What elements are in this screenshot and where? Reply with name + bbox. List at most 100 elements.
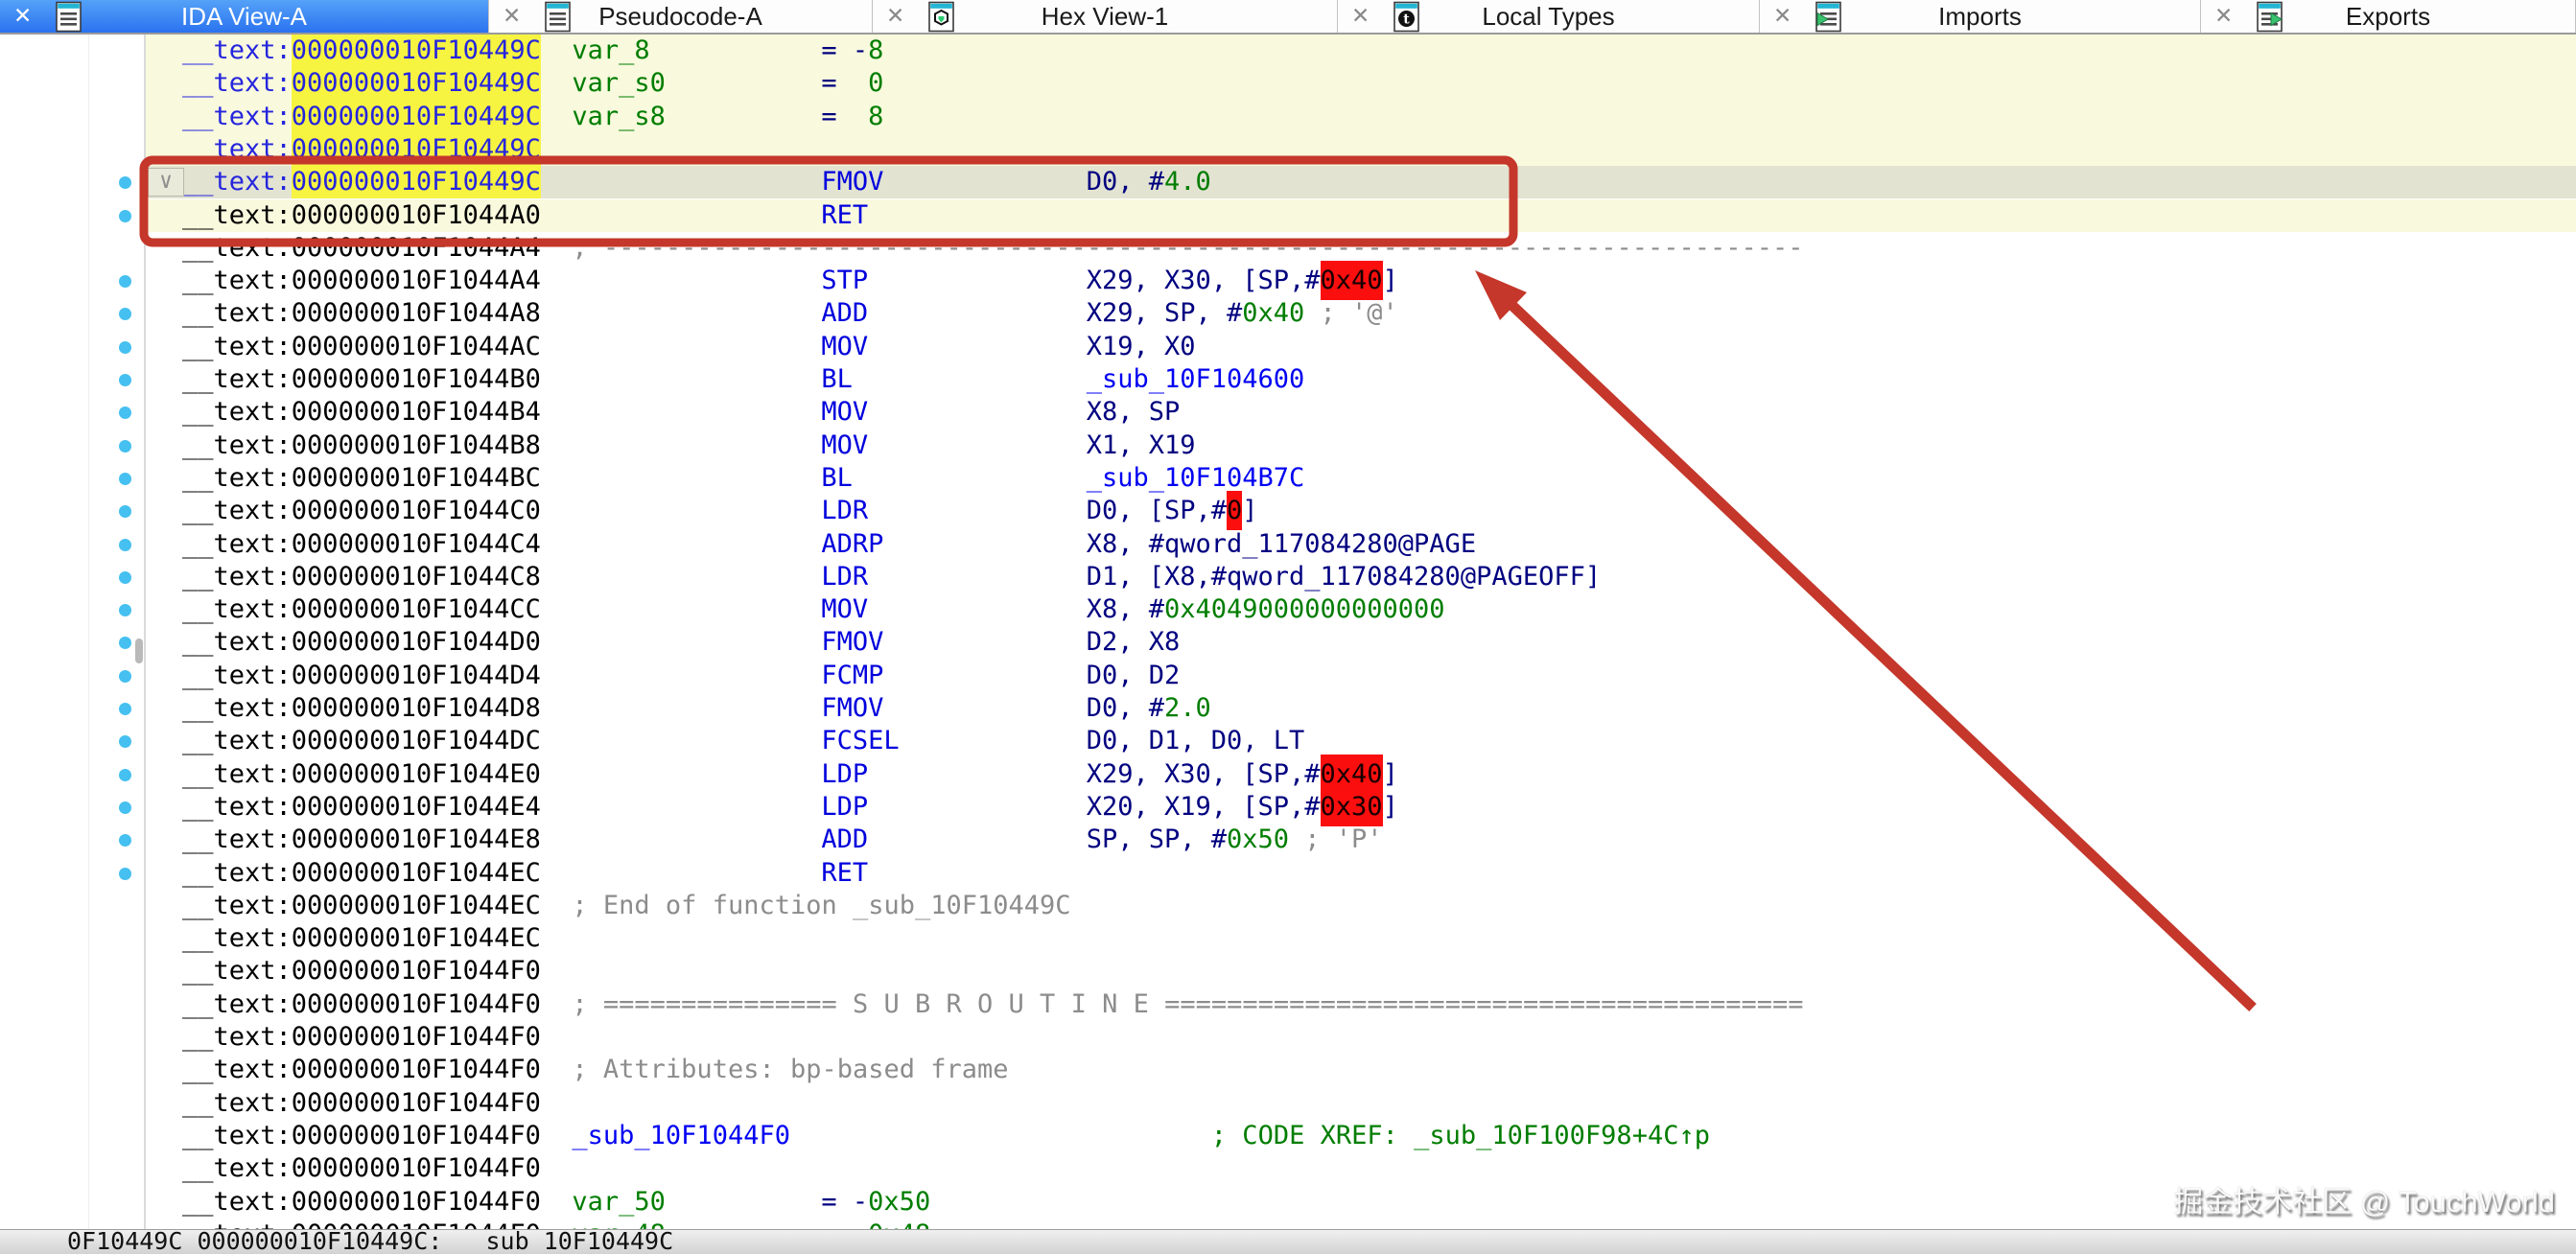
listing-line[interactable]: __text:000000010F1044F0 — [146, 1087, 2576, 1120]
listing-token: RET — [821, 199, 868, 232]
listing-line[interactable]: __text:000000010F1044ECRET — [146, 857, 2576, 890]
tab-ida-view-a[interactable]: ✕ IDA View-A — [0, 0, 489, 33]
listing-token: __text:000000010F1044F0 — [182, 988, 541, 1021]
gutter-dot — [119, 275, 131, 288]
tab-label: IDA View-A — [181, 2, 307, 32]
listing-line[interactable]: __text:000000010F1044D0FMOVD2, X8 — [146, 626, 2576, 659]
gutter-dot — [119, 834, 131, 847]
listing-gutter — [0, 35, 146, 1229]
tab-imports[interactable]: ✕ Imports — [1760, 0, 2201, 33]
tab-exports[interactable]: ✕ Exports — [2201, 0, 2576, 33]
listing-line[interactable]: __text:000000010F1044CCMOVX8, #0x4049000… — [146, 593, 2576, 626]
listing-token: __text:000000010F1044CC — [182, 593, 541, 626]
listing-line[interactable]: __text:000000010F1044B0BL_sub_10F104600 — [146, 363, 2576, 396]
listing-token: D0, [SP,#0] — [1087, 495, 1258, 527]
listing-token: __text:000000010F1044DC — [182, 725, 541, 757]
tab-label: Imports — [1938, 2, 2022, 32]
listing-token: = -8 — [821, 35, 883, 67]
listing-token: BL — [821, 363, 853, 396]
listing-token: MOV — [821, 331, 868, 363]
close-icon[interactable]: ✕ — [1351, 3, 1370, 29]
listing-line[interactable]: __text:000000010F10449Cvar_s8= 8 — [146, 101, 2576, 133]
gutter-dot — [119, 341, 131, 354]
close-icon[interactable]: ✕ — [886, 3, 904, 29]
close-icon[interactable]: ✕ — [1773, 3, 1791, 29]
listing-line[interactable]: __text:000000010F1044BCBL_sub_10F104B7C — [146, 462, 2576, 495]
listing-token: ADD — [821, 824, 868, 856]
listing-line[interactable]: ∨__text:000000010F10449CFMOVD0, #4.0 — [146, 166, 2576, 198]
tab-hex-view-1[interactable]: ✕ Hex View-1 — [873, 0, 1338, 33]
listing-line[interactable]: __text:000000010F1044B8MOVX1, X19 — [146, 430, 2576, 462]
listing-line[interactable]: __text:000000010F1044B4MOVX8, SP — [146, 396, 2576, 429]
listing-token: __text:000000010F1044C4 — [182, 528, 541, 561]
disasm-icon — [56, 1, 82, 39]
listing-token: __text:000000010F1044F0 — [182, 1087, 541, 1120]
listing-token: var_s8 — [572, 101, 666, 133]
listing-token: ; Attributes: bp-based frame — [572, 1054, 1008, 1086]
gutter-dot — [119, 801, 131, 814]
listing-line[interactable]: __text:000000010F1044F0 — [146, 955, 2576, 987]
listing-line[interactable]: __text:000000010F10449C — [146, 133, 2576, 166]
listing-token: D2, X8 — [1087, 626, 1181, 659]
listing-line[interactable]: __text:000000010F1044C4ADRPX8, #qword_11… — [146, 528, 2576, 561]
listing-token: __text:000000010F1044BC — [182, 462, 541, 495]
listing-token: LDR — [821, 495, 868, 527]
listing-line[interactable]: __text:000000010F1044D4FCMPD0, D2 — [146, 660, 2576, 692]
listing-line[interactable]: __text:000000010F1044EC; End of function… — [146, 890, 2576, 922]
listing-token: ; --------------------------------------… — [572, 232, 1803, 265]
listing-line[interactable]: __text:000000010F1044EC — [146, 922, 2576, 955]
listing-token: X29, X30, [SP,#0x40] — [1087, 265, 1398, 297]
listing-token: __text:000000010F1044EC — [182, 857, 541, 890]
close-icon[interactable]: ✕ — [13, 3, 32, 29]
close-icon[interactable]: ✕ — [2214, 3, 2233, 29]
listing-line[interactable]: __text:000000010F1044E0LDPX29, X30, [SP,… — [146, 758, 2576, 791]
listing-line[interactable]: __text:000000010F1044E4LDPX20, X19, [SP,… — [146, 791, 2576, 824]
listing-line[interactable]: __text:000000010F1044F0 — [146, 1021, 2576, 1054]
listing-line[interactable]: __text:000000010F1044F0; Attributes: bp-… — [146, 1054, 2576, 1086]
close-icon[interactable]: ✕ — [503, 3, 521, 29]
disassembly-listing[interactable]: __text:000000010F10449Cvar_8= -8__text:0… — [146, 35, 2576, 1229]
status-bar: 0F10449C 000000010F10449C: _sub_10F10449… — [0, 1229, 2576, 1254]
listing-line[interactable]: __text:000000010F1044DCFCSELD0, D1, D0, … — [146, 725, 2576, 757]
tab-label: Pseudocode-A — [598, 2, 762, 32]
listing-line[interactable]: __text:000000010F1044ACMOVX19, X0 — [146, 331, 2576, 363]
svg-text:t: t — [1403, 12, 1410, 28]
listing-line[interactable]: __text:000000010F10449Cvar_s0= 0 — [146, 67, 2576, 100]
listing-token: MOV — [821, 396, 868, 429]
listing-token: __text:000000010F1044B8 — [182, 430, 541, 462]
listing-line[interactable]: __text:000000010F1044F0; ===============… — [146, 988, 2576, 1021]
listing-token: __text:000000010F10449C — [182, 166, 541, 198]
tab-pseudocode-a[interactable]: ✕ Pseudocode-A — [489, 0, 873, 33]
collapse-chevron-icon[interactable]: ∨ — [148, 168, 184, 197]
tab-local-types[interactable]: ✕ tLocal Types — [1338, 0, 1760, 33]
listing-token: __text:000000010F1044F0 — [182, 955, 541, 987]
listing-token: ; CODE XREF: _sub_10F100F98+4C↑p — [1211, 1120, 1710, 1152]
listing-token: BL — [821, 462, 853, 495]
tab-label: Exports — [2346, 2, 2430, 32]
watermark: 掘金技术社区 @ TouchWorld — [2173, 1177, 2555, 1220]
listing-token: X29, SP, #0x40 ; '@' — [1087, 297, 1398, 330]
gutter-dot — [119, 473, 131, 485]
listing-line[interactable]: __text:000000010F1044C8LDRD1, [X8,#qword… — [146, 561, 2576, 593]
scrollbar-thumb[interactable] — [135, 639, 143, 663]
listing-token: __text:000000010F1044F0 — [182, 1021, 541, 1054]
listing-token: __text:000000010F1044D4 — [182, 660, 541, 692]
listing-token: __text:000000010F1044C0 — [182, 495, 541, 527]
listing-token: __text:000000010F10449C — [182, 35, 541, 67]
gutter-dot — [119, 735, 131, 748]
listing-token: = 8 — [821, 101, 883, 133]
tab-bar: ✕ IDA View-A✕ Pseudocode-A✕ Hex View-1✕ … — [0, 0, 2576, 35]
listing-line[interactable]: __text:000000010F1044E8ADDSP, SP, #0x50 … — [146, 824, 2576, 856]
listing-line[interactable]: __text:000000010F1044C0 LDR D0, [SP,#0] — [146, 495, 2576, 527]
listing-token: var_8 — [572, 35, 649, 67]
exports-icon — [2257, 1, 2283, 39]
listing-line[interactable]: __text:000000010F10449C var_8 = -8 — [146, 35, 2576, 67]
listing-line[interactable]: __text:000000010F1044A4STPX29, X30, [SP,… — [146, 265, 2576, 297]
listing-line[interactable]: __text:000000010F1044D8FMOVD0, #2.0 — [146, 692, 2576, 725]
listing-line[interactable]: __text:000000010F1044A0RET — [146, 199, 2576, 232]
listing-token: STP — [821, 265, 868, 297]
listing-line[interactable]: __text:000000010F1044F0_sub_10F1044F0; C… — [146, 1120, 2576, 1152]
listing-line[interactable]: __text:000000010F1044A8ADDX29, SP, #0x40… — [146, 297, 2576, 330]
listing-token: _sub_10F1044F0 — [572, 1120, 790, 1152]
listing-line[interactable]: __text:000000010F1044A4; ---------------… — [146, 232, 2576, 265]
